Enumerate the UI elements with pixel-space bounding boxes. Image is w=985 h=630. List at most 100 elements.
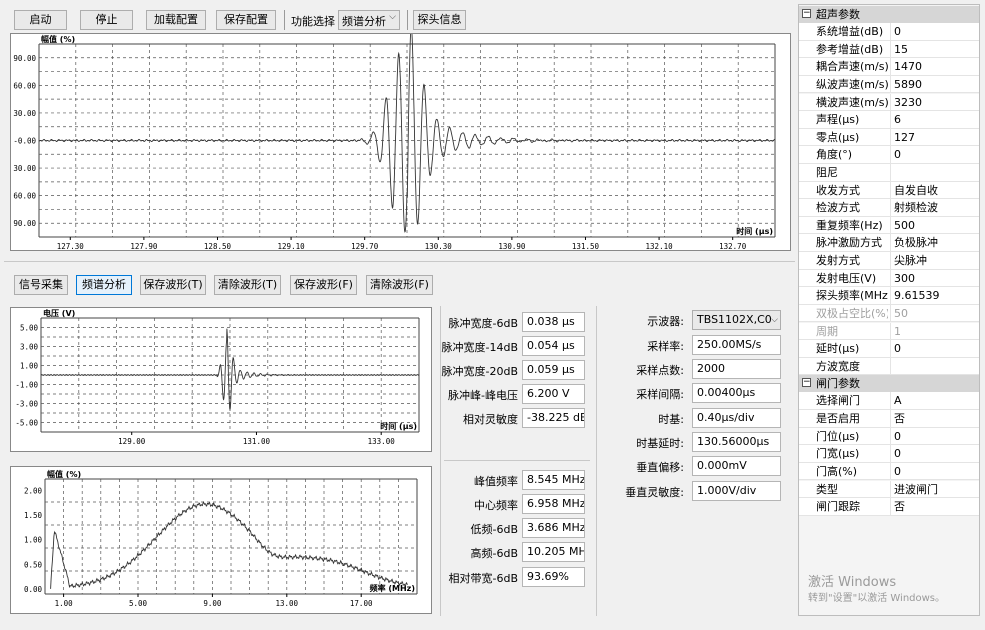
pulse-param-value[interactable]: 0.054 μs xyxy=(522,336,585,356)
scope-param-value[interactable]: 250.00MS/s xyxy=(692,335,781,355)
frequency-param-value[interactable]: 93.69% xyxy=(522,567,585,587)
scope-param-value[interactable]: 0.00400μs xyxy=(692,383,781,403)
property-value[interactable]: 15 xyxy=(890,40,979,58)
property-row[interactable]: 纵波声速(m/s) 5890 xyxy=(799,75,979,94)
property-value[interactable]: 0 xyxy=(890,23,979,40)
property-row[interactable]: 门高(%) 0 xyxy=(799,462,979,481)
property-value[interactable] xyxy=(890,357,979,375)
scope-param-text: 0.00400μs xyxy=(697,386,756,399)
pulse-param-value[interactable]: -38.225 dB xyxy=(522,408,585,428)
collapse-icon[interactable]: − xyxy=(802,378,811,388)
property-row[interactable]: 发射方式 尖脉冲 xyxy=(799,252,979,270)
property-row[interactable]: 脉冲激励方式 负极脉冲 xyxy=(799,234,979,252)
pulse-param-value[interactable]: 6.200 V xyxy=(522,384,585,404)
tab-signal-acquisition[interactable]: 信号采集 xyxy=(14,275,68,295)
property-value[interactable]: 0 xyxy=(890,427,979,445)
property-row[interactable]: 门位(μs) 0 xyxy=(799,427,979,446)
save-config-button[interactable]: 保存配置 xyxy=(216,10,276,30)
clear-waveform-t-button[interactable]: 清除波形(T) xyxy=(214,275,281,295)
x-tick-label: 131.00 xyxy=(243,437,271,446)
save-waveform-f-button[interactable]: 保存波形(F) xyxy=(290,275,357,295)
probe-info-button[interactable]: 探头信息 xyxy=(413,10,466,30)
section-ultrasonic-params[interactable]: − 超声参数 xyxy=(799,6,979,23)
property-value[interactable]: 尖脉冲 xyxy=(890,252,979,269)
frequency-param-value[interactable]: 8.545 MHz xyxy=(522,470,585,490)
property-row[interactable]: 收发方式 自发自收 xyxy=(799,181,979,200)
property-value[interactable]: 射频检波 xyxy=(890,199,979,216)
property-value[interactable]: 进波闸门 xyxy=(890,480,979,498)
property-value[interactable]: 6 xyxy=(890,111,979,128)
scope-param-value[interactable]: 0.40μs/div xyxy=(692,408,781,428)
property-value[interactable]: 负极脉冲 xyxy=(890,234,979,251)
property-row[interactable]: 重复频率(Hz) 500 xyxy=(799,216,979,235)
frequency-param-value[interactable]: 3.686 MHz xyxy=(522,518,585,538)
scope-param-value[interactable]: 1.000V/div xyxy=(692,481,781,501)
property-value[interactable]: A xyxy=(890,392,979,409)
property-row[interactable]: 声程(μs) 6 xyxy=(799,111,979,129)
clear-waveform-f-button[interactable]: 清除波形(F) xyxy=(366,275,433,295)
property-row[interactable]: 阻尼 xyxy=(799,164,979,182)
scope-param-value[interactable]: 2000 xyxy=(692,359,781,379)
start-button[interactable]: 启动 xyxy=(14,10,67,30)
vertical-separator xyxy=(596,306,597,616)
property-row[interactable]: 角度(°) 0 xyxy=(799,146,979,164)
property-row[interactable]: 双极占空比(%) 50 xyxy=(799,304,979,323)
frequency-param-value[interactable]: 6.958 MHz xyxy=(522,494,585,514)
property-row[interactable]: 耦合声速(m/s) 1470 xyxy=(799,58,979,76)
section-title: 闸门参数 xyxy=(816,377,860,391)
property-row[interactable]: 选择闸门 A xyxy=(799,392,979,410)
property-key: 角度(°) xyxy=(816,148,853,162)
property-value[interactable]: 0 xyxy=(890,146,979,163)
property-value[interactable]: 0 xyxy=(890,462,979,480)
voltage-plot[interactable]: 5.00 3.00 1.00 -1.00 -3.00 -5.00 129.00 131.00 1… xyxy=(10,307,432,452)
property-row[interactable]: 检波方式 射频检波 xyxy=(799,199,979,217)
property-row[interactable]: 探头频率(MHz) 9.61539 xyxy=(799,287,979,305)
scope-param-value[interactable]: 0.000mV xyxy=(692,456,781,476)
property-value[interactable]: 自发自收 xyxy=(890,181,979,199)
pulse-param-value[interactable]: 0.059 μs xyxy=(522,360,585,380)
property-row[interactable]: 系统增益(dB) 0 xyxy=(799,23,979,41)
toolbar-separator xyxy=(284,10,285,30)
property-row[interactable]: 门宽(μs) 0 xyxy=(799,445,979,463)
property-value[interactable]: 0 xyxy=(890,445,979,462)
property-value[interactable]: 9.61539 xyxy=(890,287,979,304)
property-value[interactable]: 50 xyxy=(890,304,979,322)
property-row[interactable]: 是否启用 否 xyxy=(799,410,979,428)
stop-button[interactable]: 停止 xyxy=(80,10,133,30)
collapse-icon[interactable]: − xyxy=(802,9,811,18)
scope-param-value[interactable]: 130.56000μs xyxy=(692,432,781,452)
section-gate-params[interactable]: − 闸门参数 xyxy=(799,375,979,393)
property-value[interactable]: 1470 xyxy=(890,58,979,75)
property-row[interactable]: 延时(μs) 0 xyxy=(799,340,979,358)
property-row[interactable]: 横波声速(m/s) 3230 xyxy=(799,93,979,112)
property-value[interactable]: 否 xyxy=(890,498,979,515)
windows-watermark-title: 激活 Windows xyxy=(808,575,897,590)
main-waveform-plot[interactable]: 90.00 60.00 30.00 -0.00 30.00 60.00 90.00 127.3… xyxy=(10,33,791,251)
property-row[interactable]: 类型 进波闸门 xyxy=(799,480,979,499)
property-value[interactable]: 否 xyxy=(890,410,979,427)
property-row[interactable]: 周期 1 xyxy=(799,322,979,341)
function-select[interactable]: 频谱分析 ⌵ xyxy=(338,10,400,30)
property-row[interactable]: 闸门跟踪 否 xyxy=(799,498,979,516)
property-value[interactable]: 300 xyxy=(890,269,979,287)
load-config-button[interactable]: 加载配置 xyxy=(146,10,206,30)
property-value[interactable]: 5890 xyxy=(890,75,979,93)
property-row[interactable]: 发射电压(V) 300 xyxy=(799,269,979,288)
property-row[interactable]: 参考增益(dB) 15 xyxy=(799,40,979,59)
property-row[interactable]: 方波宽度 xyxy=(799,357,979,376)
save-waveform-t-button[interactable]: 保存波形(T) xyxy=(140,275,206,295)
scope-param-label: 时基: xyxy=(658,413,684,426)
property-value[interactable]: 500 xyxy=(890,216,979,234)
tab-spectrum-analysis[interactable]: 频谱分析 xyxy=(76,275,132,295)
property-value[interactable]: 0 xyxy=(890,340,979,357)
pulse-param-value[interactable]: 0.038 μs xyxy=(522,312,585,332)
oscilloscope-select[interactable]: TBS1102X,C051 ⌵ xyxy=(692,310,781,330)
property-value[interactable]: 127 xyxy=(890,128,979,146)
spectrum-plot[interactable]: 2.00 1.50 1.00 0.50 0.00 1.00 5.00 9.00 13.00 17.… xyxy=(10,466,432,614)
property-value[interactable]: 3230 xyxy=(890,93,979,111)
property-row[interactable]: 零点(μs) 127 xyxy=(799,128,979,147)
y-tick-label: 90.00 xyxy=(13,54,36,63)
property-value[interactable] xyxy=(890,164,979,181)
property-value[interactable]: 1 xyxy=(890,322,979,340)
frequency-param-value[interactable]: 10.205 MHz xyxy=(522,542,585,562)
